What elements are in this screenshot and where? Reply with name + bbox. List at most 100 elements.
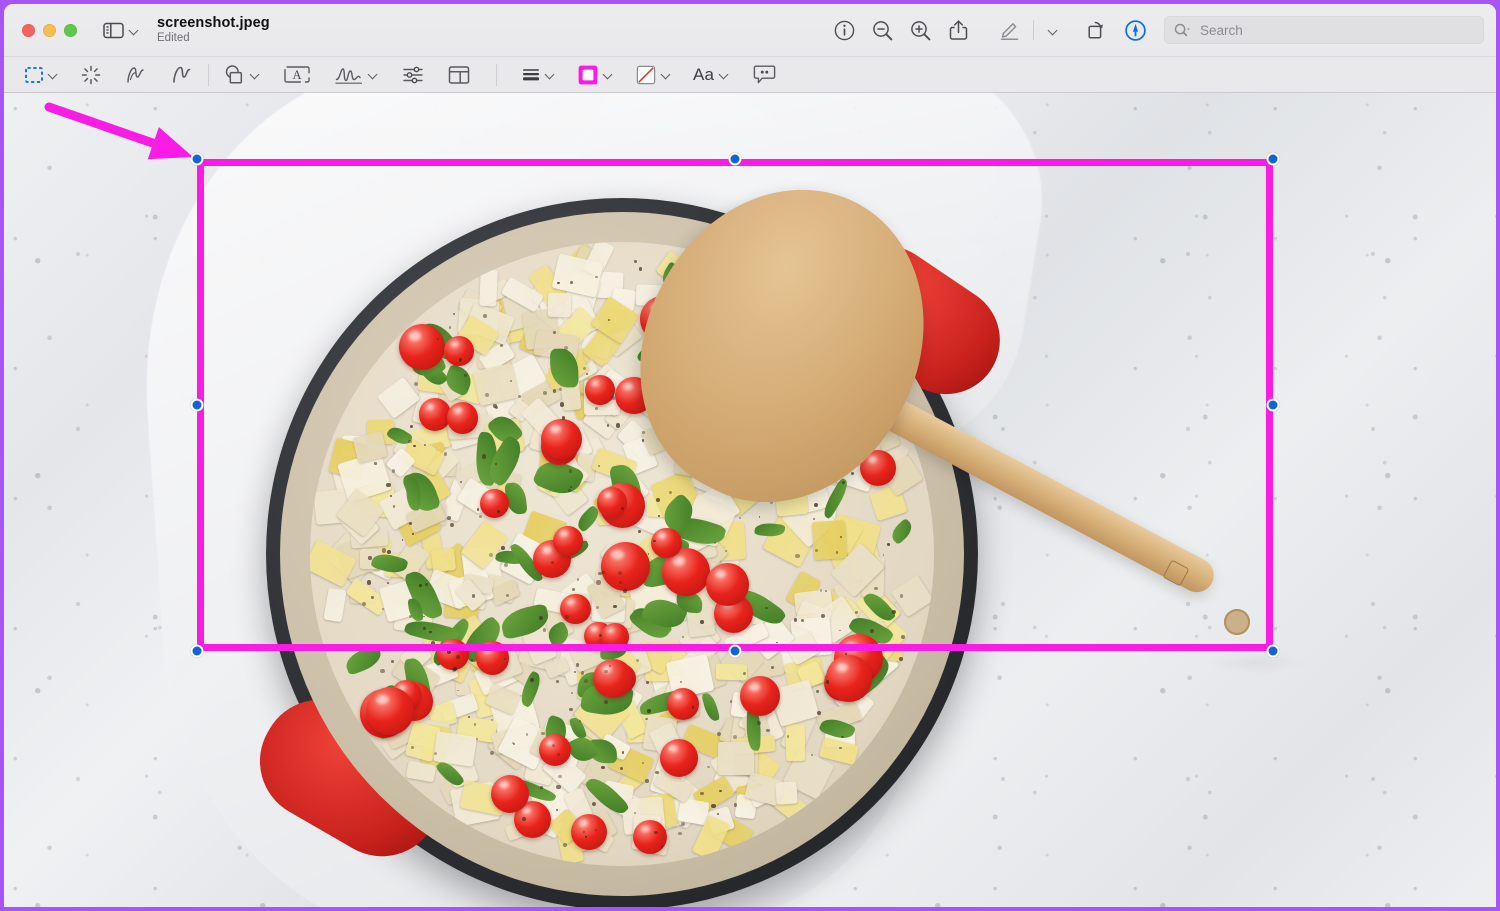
pepper-speck (380, 669, 385, 674)
signature-tool-chevron[interactable] (369, 62, 378, 88)
pepper-speck (584, 678, 588, 683)
cherry-tomato (667, 687, 699, 720)
rotate-icon (1088, 21, 1103, 39)
pepper-speck (390, 659, 395, 664)
shapes-tool-button[interactable] (223, 62, 246, 88)
selection-tool-button[interactable] (24, 62, 44, 88)
food-cube (775, 780, 798, 804)
chevron-down-icon (369, 70, 378, 79)
pepper-speck (817, 711, 821, 716)
signature-tool-button[interactable] (334, 62, 364, 88)
markup-divider-2 (496, 63, 497, 86)
food-cube (785, 723, 805, 762)
cherry-tomato (571, 813, 608, 850)
pepper-speck (816, 690, 819, 693)
pepper-speck (700, 791, 704, 796)
document-name: screenshot.jpeg (157, 14, 270, 31)
pepper-speck (647, 709, 651, 713)
zoom-out-button[interactable] (863, 13, 901, 47)
pepper-speck (575, 663, 580, 667)
shape-style-chevron[interactable] (546, 62, 555, 88)
food-cube (717, 742, 754, 776)
text-style-tool-button[interactable]: Aa (693, 62, 714, 88)
basil-leaf (700, 691, 720, 724)
pepper-speck (541, 731, 545, 736)
border-color-icon (578, 65, 598, 84)
handle-bottom-right[interactable] (1266, 644, 1280, 658)
purple-image-border: screenshot.jpeg Edited Search A Aa (0, 0, 1500, 911)
border-color-tool-button[interactable] (577, 62, 599, 88)
pepper-speck (716, 813, 719, 816)
instant-alpha-tool-button[interactable] (80, 62, 102, 88)
pepper-speck (556, 785, 561, 790)
fill-color-tool-button[interactable] (635, 62, 657, 88)
rotate-button[interactable] (1078, 13, 1116, 47)
sketch-icon (127, 66, 144, 83)
pepper-speck (555, 679, 560, 684)
adjust-color-tool-button[interactable] (402, 62, 424, 88)
pepper-speck (786, 735, 790, 738)
note-tool-button[interactable] (753, 62, 776, 88)
handle-middle-left[interactable] (190, 398, 204, 412)
text-style-chevron[interactable] (720, 62, 729, 88)
sidebar-toggle-button[interactable] (103, 22, 139, 39)
pepper-speck (601, 766, 605, 770)
image-canvas[interactable] (4, 93, 1496, 907)
minimize-button[interactable] (43, 23, 56, 37)
handle-middle-right[interactable] (1266, 398, 1280, 412)
selection-tool-chevron[interactable] (49, 62, 58, 88)
fill-color-none-icon (636, 65, 656, 84)
fill-color-chevron[interactable] (662, 62, 671, 88)
selection-rect-icon (25, 66, 43, 83)
handle-bottom-center[interactable] (728, 644, 742, 658)
zoom-button[interactable] (64, 23, 77, 37)
annotate-button[interactable] (1116, 13, 1154, 47)
pepper-speck (841, 735, 844, 738)
pepper-speck (592, 801, 597, 806)
pepper-speck (825, 679, 830, 684)
sketch-tool-button[interactable] (124, 62, 148, 88)
info-icon (834, 20, 854, 40)
markup-icon (1000, 23, 1019, 40)
pepper-speck (574, 670, 577, 673)
pepper-speck (678, 831, 682, 836)
shape-style-tool-button[interactable] (521, 62, 541, 88)
handle-top-left[interactable] (190, 152, 204, 166)
zoom-in-button[interactable] (901, 13, 939, 47)
chevron-down-icon (604, 70, 613, 79)
border-color-chevron[interactable] (604, 62, 613, 88)
sidebar-icon (103, 22, 124, 38)
pepper-speck (654, 831, 658, 835)
shapes-tool-chevron[interactable] (251, 62, 260, 88)
draw-icon (173, 66, 191, 83)
close-button[interactable] (22, 23, 35, 37)
markup-divider-1 (208, 63, 209, 86)
pepper-speck (489, 751, 494, 756)
chevron-down-icon (49, 70, 58, 79)
document-status: Edited (157, 32, 190, 45)
markup-options-button[interactable] (1038, 13, 1068, 47)
document-title-block: screenshot.jpeg Edited (157, 15, 270, 46)
pepper-speck (766, 728, 770, 732)
handle-bottom-left[interactable] (190, 644, 204, 658)
handle-top-center[interactable] (728, 152, 742, 166)
pepper-speck (521, 816, 526, 821)
info-button[interactable] (825, 13, 863, 47)
window-controls (22, 23, 77, 37)
draw-tool-button[interactable] (170, 62, 194, 88)
pepper-speck (579, 719, 582, 722)
cherry-tomato (740, 676, 781, 717)
zoom-in-icon (910, 20, 930, 40)
magenta-rectangle-annotation[interactable] (197, 159, 1273, 651)
handle-top-right[interactable] (1266, 152, 1280, 166)
pepper-speck (568, 707, 573, 712)
adjust-size-tool-button[interactable] (448, 62, 470, 88)
search-field[interactable]: Search (1164, 16, 1484, 44)
share-icon (949, 20, 967, 40)
text-tool-button[interactable]: A (284, 62, 310, 88)
window-titlebar: screenshot.jpeg Edited Search (4, 4, 1496, 56)
pepper-speck (557, 753, 560, 756)
share-button[interactable] (939, 13, 977, 47)
preview-window: screenshot.jpeg Edited Search A Aa (4, 4, 1496, 907)
markup-toolbar-button[interactable] (991, 13, 1029, 47)
